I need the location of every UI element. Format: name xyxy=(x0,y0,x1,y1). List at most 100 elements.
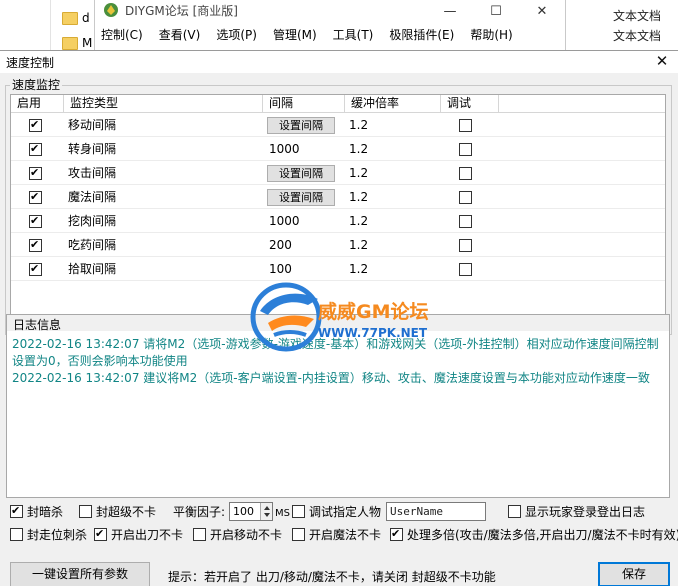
menu-view[interactable]: 查看(V) xyxy=(159,26,209,43)
super-no-lag-option[interactable]: 封超级不卡 xyxy=(79,505,156,519)
anti-stealth-checkbox[interactable] xyxy=(10,503,23,519)
monitor-type: 拾取间隔 xyxy=(68,262,117,276)
column-header-interval[interactable]: 间隔 xyxy=(263,95,345,113)
set-interval-button[interactable]: 设置间隔 xyxy=(267,165,335,182)
sword-no-lag-option[interactable]: 开启出刀不卡 xyxy=(94,526,183,542)
folder-label[interactable]: M xyxy=(82,36,92,50)
enable-checkbox[interactable] xyxy=(29,261,42,277)
buffer-rate[interactable]: 1.2 xyxy=(349,233,368,257)
column-header-enabled[interactable]: 启用 xyxy=(11,95,64,113)
debug-checkbox[interactable] xyxy=(459,215,472,228)
menu-help[interactable]: 帮助(H) xyxy=(470,26,520,43)
balance-unit: MS xyxy=(275,508,290,519)
window-controls: — ☐ ✕ xyxy=(427,0,565,22)
debug-checkbox[interactable] xyxy=(459,239,472,252)
divider xyxy=(50,0,51,50)
watermark: 威威GM论坛 WWW.77PK.NET xyxy=(248,275,468,365)
speed-monitor-label: 速度监控 xyxy=(10,78,63,92)
close-icon[interactable]: ✕ xyxy=(519,0,565,22)
multi-process-checkbox[interactable] xyxy=(390,528,403,542)
enable-checkbox[interactable] xyxy=(29,141,42,157)
multi-process-label: 处理多倍(攻击/魔法多倍,开启出刀/魔法不卡时有效) xyxy=(407,528,678,542)
debug-checkbox[interactable] xyxy=(459,191,472,204)
column-header-debug[interactable]: 调试 xyxy=(441,95,499,113)
show-login-log-checkbox[interactable] xyxy=(508,505,521,518)
debug-checkbox[interactable] xyxy=(459,119,472,132)
debug-checkbox[interactable] xyxy=(459,143,472,156)
magic-no-lag-option[interactable]: 开启魔法不卡 xyxy=(292,528,381,542)
debug-checkbox[interactable] xyxy=(459,167,472,180)
save-button[interactable]: 保存 xyxy=(598,562,670,586)
monitor-type: 转身间隔 xyxy=(68,142,117,156)
magic-no-lag-label: 开启魔法不卡 xyxy=(309,528,382,542)
app-title: DIYGM论坛 [商业版] xyxy=(125,4,238,18)
move-no-lag-checkbox[interactable] xyxy=(193,528,206,541)
multi-process-option[interactable]: 处理多倍(攻击/魔法多倍,开启出刀/魔法不卡时有效) xyxy=(390,528,678,542)
anti-walk-kill-option[interactable]: 封走位刺杀 xyxy=(10,528,87,542)
balance-factor-value: 100 xyxy=(233,505,254,518)
enable-checkbox[interactable] xyxy=(29,117,42,133)
anti-stealth-label: 封暗杀 xyxy=(27,505,64,519)
anti-stealth-option[interactable]: 封暗杀 xyxy=(10,503,64,519)
magic-no-lag-checkbox[interactable] xyxy=(292,528,305,541)
buffer-rate[interactable]: 1.2 xyxy=(349,185,368,209)
watermark-logo-icon xyxy=(250,282,322,352)
debug-player-checkbox[interactable] xyxy=(292,505,305,518)
debug-player-label: 调试指定人物 xyxy=(309,505,382,519)
super-no-lag-label: 封超级不卡 xyxy=(96,505,157,519)
move-no-lag-option[interactable]: 开启移动不卡 xyxy=(193,528,282,542)
show-login-log-label: 显示玩家登录登出日志 xyxy=(525,505,646,519)
folder-icon[interactable] xyxy=(62,37,78,50)
interval-value[interactable]: 1000 xyxy=(269,137,300,161)
log-label: 日志信息 xyxy=(13,318,62,332)
menu-control[interactable]: 控制(C) xyxy=(101,26,151,43)
monitor-type: 移动间隔 xyxy=(68,118,117,132)
app-logo-icon xyxy=(104,3,118,17)
table-row: 转身间隔 1000 1.2 xyxy=(11,137,665,161)
spinner-icon[interactable] xyxy=(260,503,272,520)
background-app-window: DIYGM论坛 [商业版] — ☐ ✕ 控制(C) 查看(V) 选项(P) 管理… xyxy=(94,0,566,50)
username-input[interactable]: UserName xyxy=(386,502,486,521)
set-interval-button[interactable]: 设置间隔 xyxy=(267,189,335,206)
interval-value[interactable]: 1000 xyxy=(269,209,300,233)
table-row: 攻击间隔 设置间隔 1.2 xyxy=(11,161,665,185)
menu-manage[interactable]: 管理(M) xyxy=(273,26,325,43)
anti-walk-kill-checkbox[interactable] xyxy=(10,528,23,541)
folder-icon[interactable] xyxy=(62,12,78,25)
menu-options[interactable]: 选项(P) xyxy=(216,26,265,43)
interval-value[interactable]: 200 xyxy=(269,233,292,257)
enable-checkbox[interactable] xyxy=(29,165,42,181)
buffer-rate[interactable]: 1.2 xyxy=(349,113,368,137)
table-row: 移动间隔 设置间隔 1.2 xyxy=(11,113,665,137)
watermark-title: 威威GM论坛 xyxy=(318,301,429,323)
debug-player-option[interactable]: 调试指定人物 xyxy=(292,505,381,519)
folder-label[interactable]: d xyxy=(82,11,90,25)
menu-tools[interactable]: 工具(T) xyxy=(333,26,382,43)
dialog-title: 速度控制 xyxy=(6,56,55,70)
buffer-rate[interactable]: 1.2 xyxy=(349,209,368,233)
buffer-rate[interactable]: 1.2 xyxy=(349,137,368,161)
super-no-lag-checkbox[interactable] xyxy=(79,505,92,518)
show-login-log-option[interactable]: 显示玩家登录登出日志 xyxy=(508,505,645,519)
file-type-label: 文本文档 xyxy=(613,29,662,43)
enable-checkbox[interactable] xyxy=(29,213,42,229)
maximize-icon[interactable]: ☐ xyxy=(473,0,519,22)
monitor-type: 挖肉间隔 xyxy=(68,214,117,228)
table-header: 启用 监控类型 间隔 缓冲倍率 调试 xyxy=(11,95,665,113)
column-header-type[interactable]: 监控类型 xyxy=(64,95,263,113)
move-no-lag-label: 开启移动不卡 xyxy=(210,528,283,542)
table-row: 挖肉间隔 1000 1.2 xyxy=(11,209,665,233)
enable-checkbox[interactable] xyxy=(29,237,42,253)
monitor-type: 攻击间隔 xyxy=(68,166,117,180)
close-icon[interactable]: ✕ xyxy=(654,52,670,70)
sword-no-lag-checkbox[interactable] xyxy=(94,526,107,542)
balance-factor-input[interactable]: 100 xyxy=(229,502,273,521)
buffer-rate[interactable]: 1.2 xyxy=(349,161,368,185)
set-interval-button[interactable]: 设置间隔 xyxy=(267,117,335,134)
column-header-rate[interactable]: 缓冲倍率 xyxy=(345,95,441,113)
app-menu-bar: 控制(C) 查看(V) 选项(P) 管理(M) 工具(T) 极限插件(E) 帮助… xyxy=(101,26,529,43)
menu-plugins[interactable]: 极限插件(E) xyxy=(389,26,462,43)
set-all-params-button[interactable]: 一键设置所有参数 xyxy=(10,562,150,586)
enable-checkbox[interactable] xyxy=(29,189,42,205)
minimize-icon[interactable]: — xyxy=(427,0,473,22)
